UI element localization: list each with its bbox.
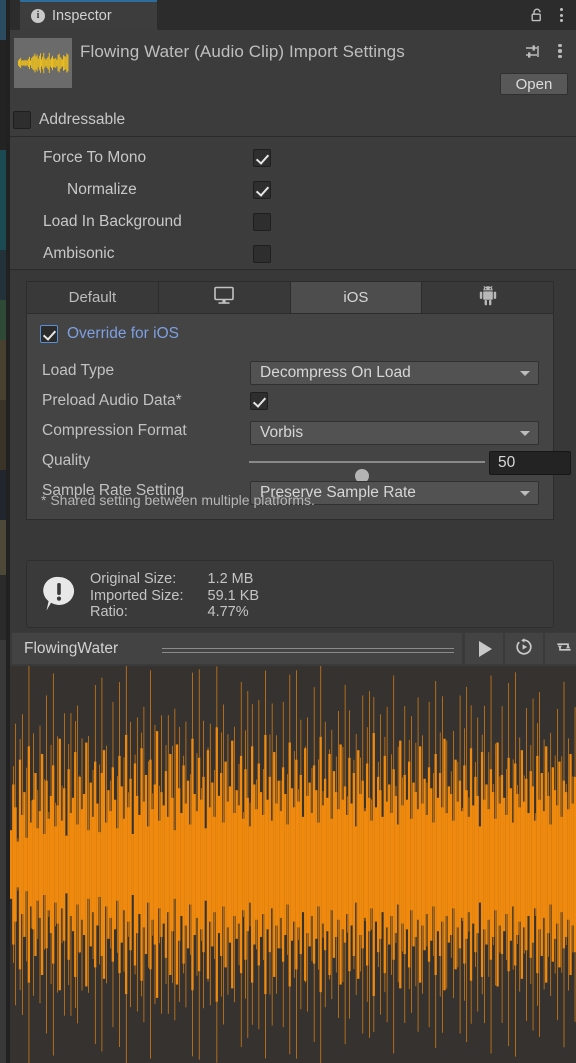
audio-properties-group: Force To Mono Normalize Load In Backgrou… — [10, 137, 576, 269]
platform-tab-default-label: Default — [69, 289, 117, 306]
row-normalize: Normalize — [10, 175, 576, 205]
page-title: Flowing Water (Audio Clip) Import Settin… — [80, 42, 405, 62]
waveform-svg — [10, 666, 576, 1063]
divider-2 — [10, 269, 576, 270]
tab-inspector[interactable]: i Inspector — [20, 2, 157, 30]
loop-button[interactable] — [545, 633, 576, 664]
unity-inspector-window: i Inspector Flowing Water (Audio Clip) I… — [0, 0, 576, 1063]
override-for-ios-row: Override for iOS — [40, 325, 179, 343]
import-size-table: Original Size: 1.2 MB Imported Size: 59.… — [90, 571, 259, 621]
original-size-label: Original Size: — [90, 571, 208, 588]
quality-value-field[interactable]: 50 — [489, 451, 571, 475]
load-type-label: Load Type — [42, 362, 114, 380]
tabbar-overflow-menu-icon[interactable] — [554, 7, 568, 23]
row-compression-format: Compression Format Vorbis — [27, 417, 553, 447]
platform-tab-standalone[interactable] — [158, 281, 290, 314]
compression-format-dropdown[interactable]: Vorbis — [250, 421, 539, 445]
platform-tab-android[interactable] — [421, 281, 554, 314]
shared-setting-footnote: * Shared setting between multiple platfo… — [41, 492, 315, 508]
load-in-background-checkbox[interactable] — [253, 213, 271, 231]
info-icon: i — [31, 9, 45, 23]
load-in-background-label: Load In Background — [43, 213, 182, 231]
platform-tab-default[interactable]: Default — [26, 281, 158, 314]
normalize-label: Normalize — [67, 181, 137, 199]
ambisonic-label: Ambisonic — [43, 245, 115, 263]
compression-format-label: Compression Format — [42, 422, 187, 440]
platform-tab-ios[interactable]: iOS — [290, 281, 422, 314]
row-load-in-background: Load In Background — [10, 207, 576, 237]
tab-inspector-label: Inspector — [52, 8, 112, 24]
imported-size-label: Imported Size: — [90, 588, 208, 605]
chevron-down-icon — [520, 431, 530, 436]
override-for-ios-checkbox[interactable] — [40, 325, 58, 343]
header-overflow-menu-icon[interactable] — [553, 42, 567, 60]
addressable-label: Addressable — [39, 111, 125, 129]
quality-slider[interactable] — [249, 461, 485, 463]
quality-value: 50 — [498, 454, 515, 472]
table-row: Imported Size: 59.1 KB — [90, 588, 259, 605]
quality-label: Quality — [42, 452, 90, 470]
clip-name-label: FlowingWater — [24, 640, 118, 658]
table-row: Original Size: 1.2 MB — [90, 571, 259, 588]
compression-format-value: Vorbis — [260, 424, 303, 442]
table-row: Ratio: 4.77% — [90, 604, 259, 621]
row-load-type: Load Type Decompress On Load — [27, 357, 553, 387]
play-icon — [479, 641, 492, 657]
platform-settings-body: Override for iOS Load Type Decompress On… — [26, 313, 554, 520]
autoplay-button[interactable] — [505, 633, 543, 664]
row-preload-audio-data: Preload Audio Data* — [27, 387, 553, 417]
audio-waveform-display[interactable] — [10, 666, 576, 1063]
addressable-row: Addressable — [10, 103, 576, 136]
clip-name-field: FlowingWater — [12, 633, 462, 664]
ambisonic-checkbox[interactable] — [253, 245, 271, 263]
audio-waveform-thumbnail — [14, 38, 72, 88]
force-to-mono-label: Force To Mono — [43, 149, 146, 167]
platform-tabs: Default iOS — [26, 281, 554, 314]
load-type-dropdown[interactable]: Decompress On Load — [250, 361, 539, 385]
addressable-checkbox[interactable] — [13, 111, 31, 129]
platform-settings-panel: Default iOS — [26, 281, 554, 531]
exclamation-speech-bubble-icon — [41, 575, 77, 613]
chevron-down-icon — [520, 371, 530, 376]
desktop-monitor-icon — [213, 286, 235, 309]
preload-audio-data-label: Preload Audio Data* — [42, 392, 182, 410]
preload-audio-data-checkbox[interactable] — [250, 392, 268, 410]
inspector-tabbar: i Inspector — [10, 0, 576, 30]
audio-preview-toolbar: FlowingWater — [10, 632, 576, 666]
ratio-label: Ratio: — [90, 604, 208, 621]
preset-sliders-icon[interactable] — [524, 43, 542, 61]
row-ambisonic: Ambisonic — [10, 239, 576, 269]
loop-arrows-icon — [554, 638, 574, 660]
imported-size-value: 59.1 KB — [208, 588, 260, 605]
load-type-value: Decompress On Load — [260, 364, 411, 382]
chevron-down-icon — [520, 491, 530, 496]
platform-tab-ios-label: iOS — [343, 289, 368, 306]
asset-header: Flowing Water (Audio Clip) Import Settin… — [10, 30, 576, 103]
unlocked-padlock-icon[interactable] — [529, 7, 545, 23]
open-button[interactable]: Open — [500, 73, 568, 95]
row-quality: Quality 50 — [27, 447, 553, 477]
row-force-to-mono: Force To Mono — [10, 143, 576, 173]
override-for-ios-label: Override for iOS — [67, 325, 179, 343]
original-size-value: 1.2 MB — [208, 571, 260, 588]
force-to-mono-checkbox[interactable] — [253, 149, 271, 167]
android-robot-icon — [478, 285, 498, 310]
play-button[interactable] — [465, 633, 503, 664]
preview-scrubber[interactable] — [162, 648, 454, 653]
import-size-infobox: Original Size: 1.2 MB Imported Size: 59.… — [26, 560, 554, 628]
ratio-value: 4.77% — [208, 604, 260, 621]
autoplay-circular-arrow-icon — [514, 637, 534, 661]
normalize-checkbox[interactable] — [253, 181, 271, 199]
